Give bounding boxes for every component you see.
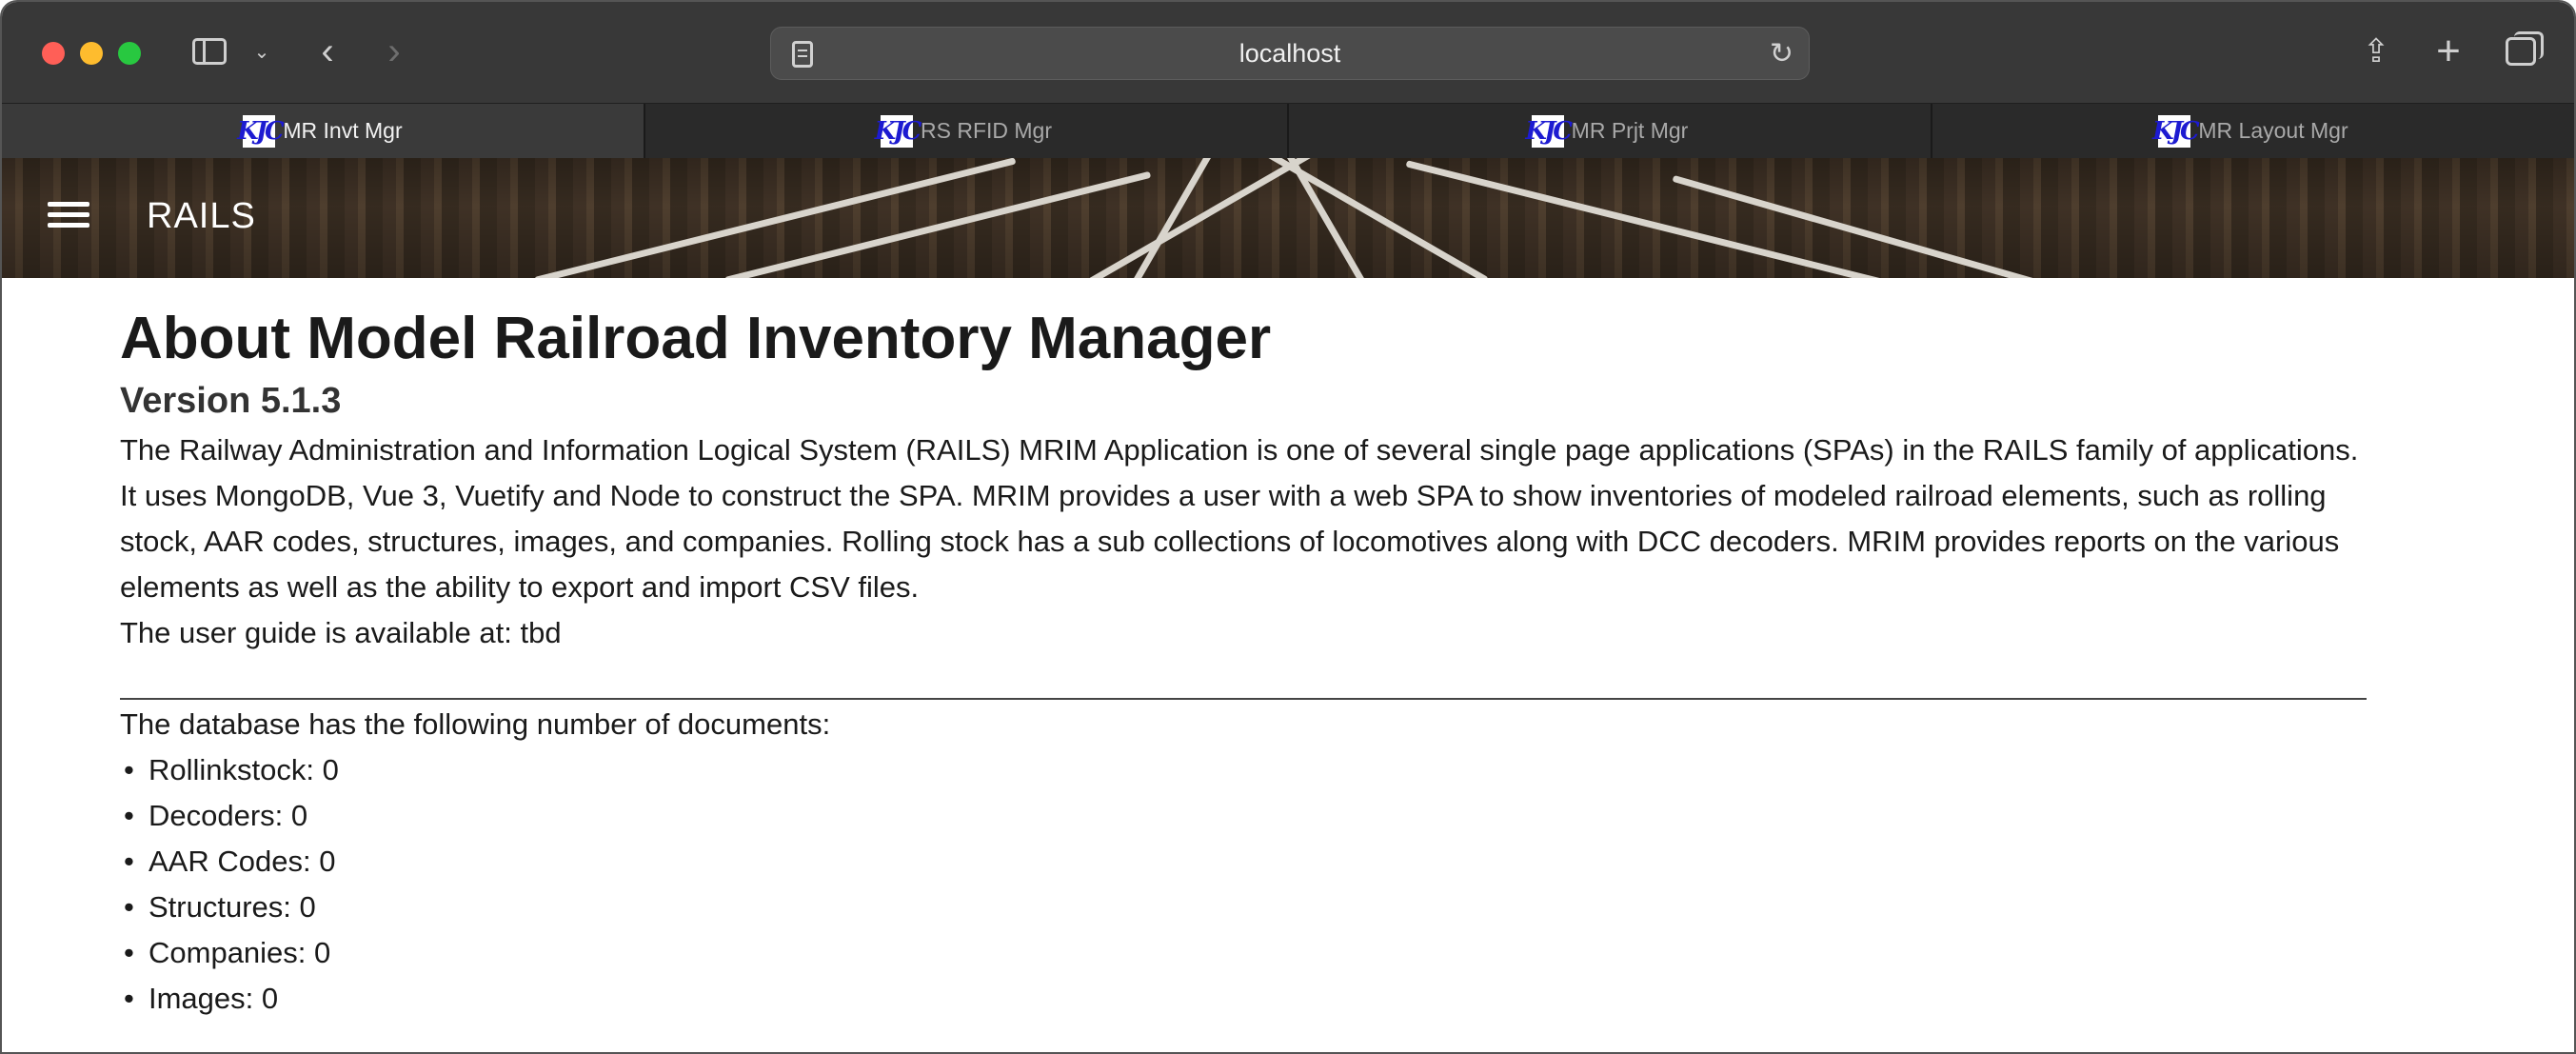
- list-item: Images: 0: [124, 976, 2367, 1022]
- share-icon[interactable]: ⇪: [2355, 30, 2397, 72]
- browser-toolbar: ⌄ ‹ › localhost ↻ ⇪ +: [2, 2, 2574, 103]
- sidebar-toggle-icon[interactable]: [188, 30, 230, 72]
- database-intro: The database has the following number of…: [120, 707, 831, 742]
- kjc-favicon-icon: KJC: [1525, 114, 1573, 148]
- tab-label: RS RFID Mgr: [921, 118, 1052, 143]
- tab-mr-layout-mgr[interactable]: KJC MR Layout Mgr: [1931, 104, 2574, 158]
- about-page: About Model Railroad Inventory Manager V…: [120, 278, 2367, 1022]
- document-count-list: Rollinkstock: 0 Decoders: 0 AAR Codes: 0…: [124, 747, 2367, 1022]
- tab-label: MR Layout Mgr: [2198, 118, 2348, 143]
- forward-icon[interactable]: ›: [375, 30, 413, 72]
- list-item: AAR Codes: 0: [124, 839, 2367, 885]
- browser-window: ⌄ ‹ › localhost ↻ ⇪ + KJC MR Invt Mgr KJ…: [0, 0, 2576, 1054]
- new-tab-icon[interactable]: +: [2427, 28, 2469, 74]
- hamburger-menu-icon[interactable]: [48, 202, 89, 234]
- address-bar[interactable]: localhost ↻: [770, 27, 1810, 80]
- list-item: Structures: 0: [124, 885, 2367, 930]
- tab-overview-icon[interactable]: [2500, 30, 2544, 72]
- list-item: Rollinkstock: 0: [124, 747, 2367, 793]
- tab-strip: KJC MR Invt Mgr KJC RS RFID Mgr KJC MR P…: [2, 103, 2574, 158]
- app-bar: RAILS: [2, 158, 2574, 278]
- page-title: About Model Railroad Inventory Manager: [120, 306, 1272, 371]
- kjc-favicon-icon: KJC: [237, 114, 285, 148]
- tab-rs-rfid-mgr[interactable]: KJC RS RFID Mgr: [644, 104, 1287, 158]
- close-window-button[interactable]: [42, 42, 65, 65]
- reload-icon[interactable]: ↻: [1770, 37, 1793, 70]
- back-icon[interactable]: ‹: [308, 30, 347, 72]
- url-text[interactable]: localhost: [771, 39, 1809, 69]
- section-divider: [120, 698, 2367, 701]
- chevron-down-icon[interactable]: ⌄: [248, 30, 276, 72]
- user-guide-text: The user guide is available at: tbd: [120, 616, 562, 650]
- zoom-window-button[interactable]: [118, 42, 141, 65]
- tab-mr-prjt-mgr[interactable]: KJC MR Prjt Mgr: [1287, 104, 1931, 158]
- app-title: RAILS: [147, 196, 256, 236]
- kjc-favicon-icon: KJC: [874, 114, 921, 148]
- list-item: Decoders: 0: [124, 793, 2367, 839]
- list-item: Companies: 0: [124, 930, 2367, 976]
- tab-label: MR Prjt Mgr: [1571, 118, 1689, 143]
- kjc-favicon-icon: KJC: [2152, 114, 2200, 148]
- tab-label: MR Invt Mgr: [283, 118, 403, 143]
- description-paragraph: The Railway Administration and Informati…: [120, 433, 2359, 605]
- version-label: Version 5.1.3: [120, 381, 342, 422]
- minimize-window-button[interactable]: [80, 42, 103, 65]
- tab-mr-invt-mgr[interactable]: KJC MR Invt Mgr: [2, 104, 644, 158]
